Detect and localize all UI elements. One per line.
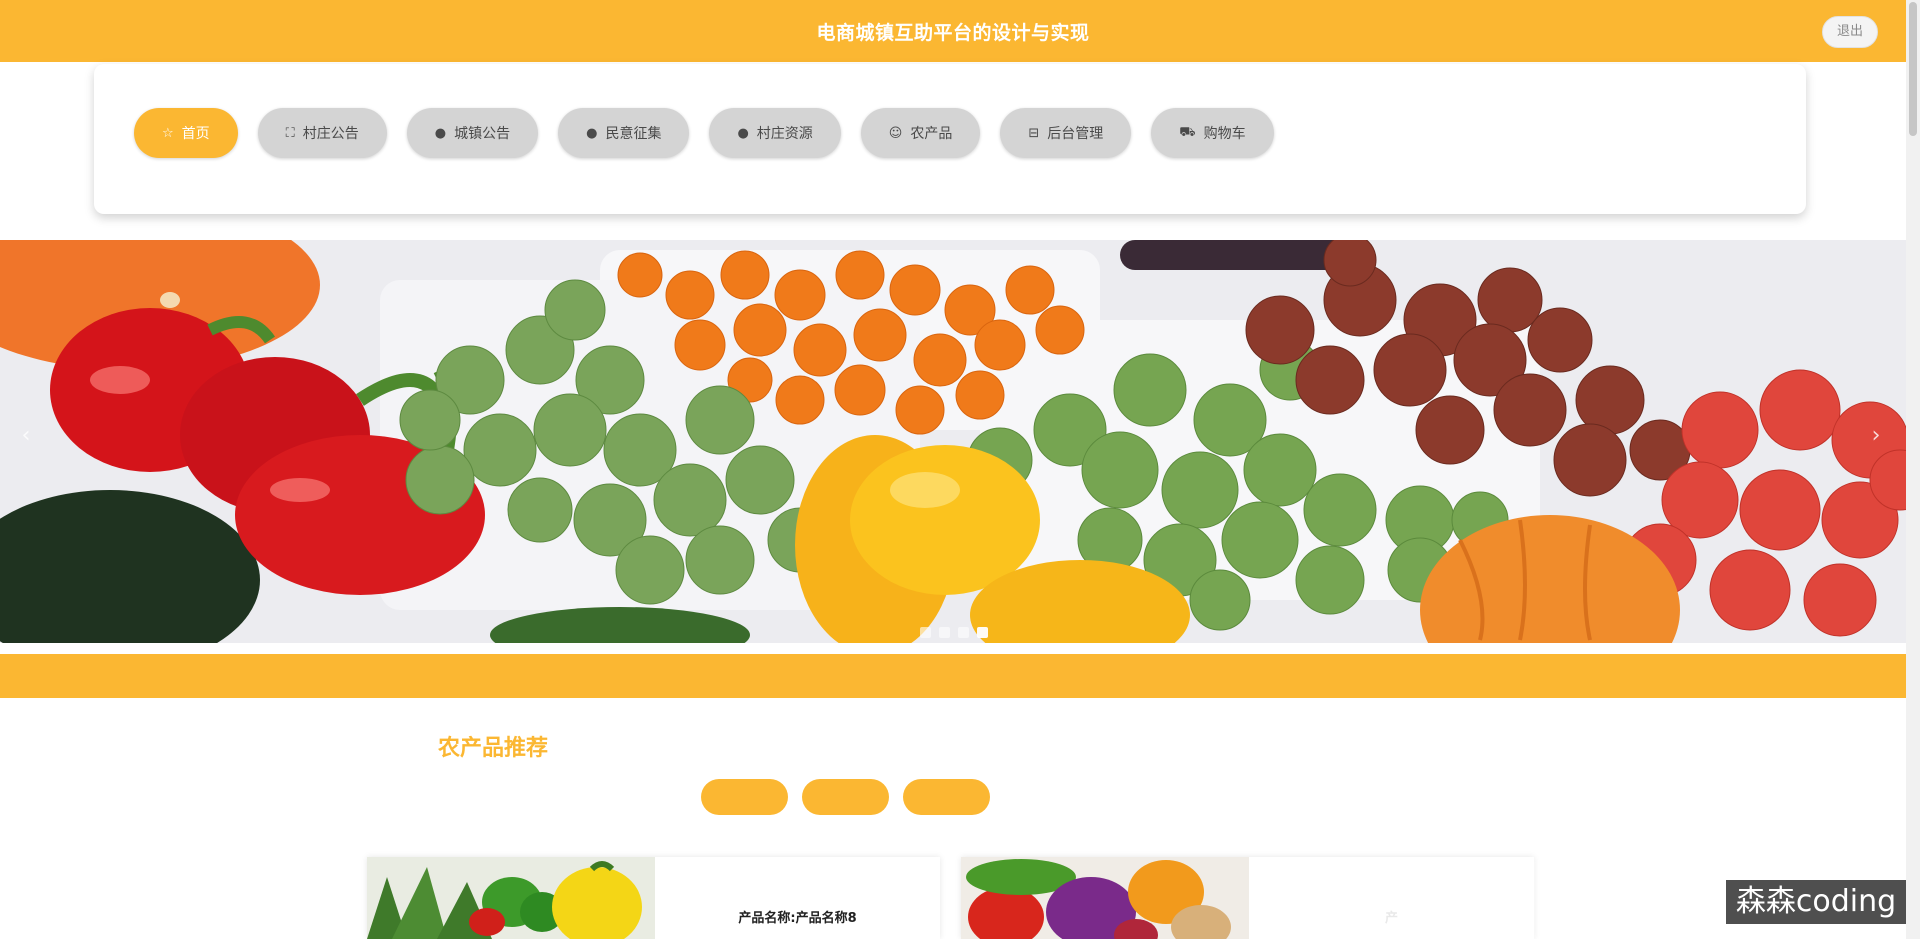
carousel-indicators: [920, 627, 988, 638]
carousel-next-button[interactable]: ›: [1864, 424, 1888, 448]
hero-carousel[interactable]: [0, 240, 1906, 643]
nav-item-village-resources[interactable]: ● 村庄资源: [709, 108, 841, 158]
carousel-prev-button[interactable]: ‹: [14, 424, 38, 448]
nav-item-label: 购物车: [1203, 126, 1246, 142]
nav-item-farm-products[interactable]: ☺ 农产品: [860, 108, 981, 158]
product-card[interactable]: 产品名称:产品名称8: [367, 857, 940, 939]
filter-pill-3[interactable]: [903, 779, 990, 815]
product-image: [961, 857, 1249, 939]
info-icon: ●: [434, 125, 447, 141]
nav-item-label: 民意征集: [605, 126, 662, 142]
nav-item-label: 首页: [181, 126, 210, 142]
nav-item-label: 村庄资源: [756, 126, 813, 142]
nav-item-opinion-collection[interactable]: ● 民意征集: [558, 108, 690, 158]
smile-icon: ☺: [888, 125, 903, 141]
product-name: 产品名称:产品名称8: [738, 911, 857, 926]
scrollbar-thumb[interactable]: [1909, 2, 1917, 136]
nav-item-label: 城镇公告: [454, 126, 511, 142]
carousel-dot-3[interactable]: [958, 627, 969, 638]
nav-item-town-notice[interactable]: ● 城镇公告: [406, 108, 539, 158]
carousel-dot-2[interactable]: [939, 627, 950, 638]
site-title: 电商城镇互助平台的设计与实现: [816, 22, 1090, 44]
main-nav: ☆ 首页 ⛶ 村庄公告 ● 城镇公告 ● 民意征集 ● 村庄资源 ☺ 农产品 ⊟…: [134, 108, 1274, 158]
section-title: 农产品推荐: [438, 736, 549, 761]
product-filter-pills: [701, 779, 990, 815]
vegetable-banner-image: [0, 240, 1906, 643]
carousel-dot-1[interactable]: [920, 627, 931, 638]
nav-item-home[interactable]: ☆ 首页: [134, 108, 238, 158]
logout-button[interactable]: 退出: [1822, 16, 1878, 48]
nav-item-cart[interactable]: ⛟ 购物车: [1151, 108, 1274, 158]
cart-icon: ⛟: [1179, 124, 1196, 140]
filter-pill-2[interactable]: [802, 779, 889, 815]
question-icon: ●: [586, 125, 598, 141]
carousel-dot-4[interactable]: [977, 627, 988, 638]
info-icon: ●: [737, 125, 749, 141]
nav-card: ☆ 首页 ⛶ 村庄公告 ● 城镇公告 ● 民意征集 ● 村庄资源 ☺ 农产品 ⊟…: [94, 64, 1806, 214]
nav-item-label: 后台管理: [1047, 126, 1104, 142]
blurred-overlay: [1344, 860, 1534, 939]
section-divider-band: [0, 654, 1906, 698]
briefcase-icon: ⊟: [1028, 125, 1040, 141]
nav-item-label: 村庄公告: [302, 126, 359, 142]
product-image: [367, 857, 655, 939]
star-icon: ☆: [162, 125, 174, 141]
page-scrollbar[interactable]: [1906, 0, 1920, 939]
nav-item-village-notice[interactable]: ⛶ 村庄公告: [257, 108, 387, 158]
top-header: 电商城镇互助平台的设计与实现 退出: [0, 0, 1906, 62]
nav-item-label: 农产品: [910, 126, 953, 142]
bag-icon: ⛶: [285, 125, 295, 141]
filter-pill-1[interactable]: [701, 779, 788, 815]
watermark-label: 森森coding: [1726, 880, 1906, 924]
nav-item-admin[interactable]: ⊟ 后台管理: [1000, 108, 1132, 158]
